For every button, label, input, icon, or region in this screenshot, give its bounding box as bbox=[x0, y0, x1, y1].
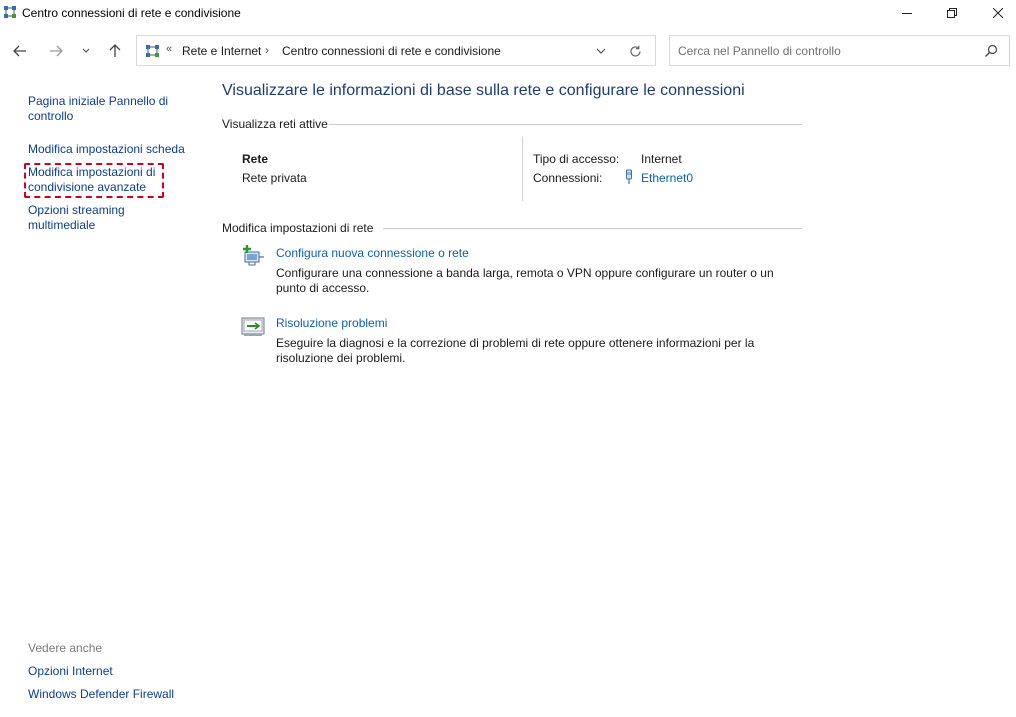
sidebar-link-adapter-settings[interactable]: Modifica impostazioni scheda bbox=[28, 142, 193, 157]
ethernet-icon bbox=[626, 169, 632, 184]
title-bar: Centro connessioni di rete e condivision… bbox=[0, 0, 1016, 26]
window-title: Centro connessioni di rete e condivision… bbox=[22, 6, 241, 20]
setup-connection-link[interactable]: Configura nuova connessione o rete bbox=[276, 246, 469, 260]
vertical-divider bbox=[522, 137, 523, 201]
change-settings-heading: Modifica impostazioni di rete bbox=[222, 221, 374, 235]
section-divider bbox=[383, 228, 802, 229]
connections-label: Connessioni: bbox=[533, 171, 603, 185]
search-input[interactable] bbox=[678, 43, 968, 59]
recent-locations-button[interactable] bbox=[74, 38, 98, 64]
address-bar[interactable]: « Rete e Internet › Centro connessioni d… bbox=[136, 35, 656, 66]
forward-button[interactable] bbox=[44, 38, 68, 64]
breadcrumb-rete-internet[interactable]: Rete e Internet bbox=[182, 44, 261, 58]
breadcrumb-current[interactable]: Centro connessioni di rete e condivision… bbox=[282, 44, 501, 58]
access-type-label: Tipo di accesso: bbox=[533, 152, 620, 166]
restore-icon bbox=[947, 8, 957, 18]
network-center-icon bbox=[4, 6, 16, 18]
search-icon[interactable] bbox=[984, 44, 998, 58]
address-dropdown-button[interactable] bbox=[593, 42, 609, 60]
sidebar-link-firewall[interactable]: Windows Defender Firewall bbox=[28, 687, 193, 702]
sidebar-link-media-streaming[interactable]: Opzioni streaming multimediale bbox=[28, 203, 148, 233]
minimize-icon bbox=[902, 13, 912, 14]
network-profile: Rete privata bbox=[242, 171, 307, 185]
active-networks-heading: Visualizza reti attive bbox=[222, 117, 328, 131]
refresh-icon bbox=[629, 45, 641, 57]
access-type-value: Internet bbox=[641, 152, 682, 166]
page-title: Visualizzare le informazioni di base sul… bbox=[222, 82, 745, 99]
section-divider bbox=[329, 124, 802, 125]
setup-connection-description: Configurare una connessione a banda larg… bbox=[276, 266, 774, 295]
breadcrumb-separator[interactable]: › bbox=[265, 43, 269, 57]
troubleshoot-icon bbox=[241, 317, 265, 336]
arrow-up-icon bbox=[109, 44, 121, 57]
restore-button[interactable] bbox=[929, 0, 975, 26]
new-connection-icon bbox=[243, 245, 264, 266]
network-center-icon bbox=[146, 45, 159, 57]
close-icon bbox=[993, 8, 1003, 18]
close-button[interactable] bbox=[975, 0, 1016, 26]
see-also-heading: Vedere anche bbox=[28, 641, 103, 655]
search-box[interactable] bbox=[669, 35, 1010, 66]
sidebar-link-home[interactable]: Pagina iniziale Pannello di controllo bbox=[28, 94, 193, 124]
network-name: Rete bbox=[242, 152, 269, 166]
sidebar-link-internet-options[interactable]: Opzioni Internet bbox=[28, 664, 193, 679]
chevron-down-icon bbox=[596, 48, 606, 54]
arrow-right-icon bbox=[50, 45, 63, 57]
ethernet-connection-link[interactable]: Ethernet0 bbox=[641, 171, 693, 185]
refresh-button[interactable] bbox=[625, 42, 645, 60]
minimize-button[interactable] bbox=[884, 0, 930, 26]
troubleshoot-link[interactable]: Risoluzione problemi bbox=[276, 316, 387, 330]
troubleshoot-description: Eseguire la diagnosi e la correzione di … bbox=[276, 336, 755, 365]
up-button[interactable] bbox=[103, 38, 127, 64]
back-button[interactable] bbox=[8, 38, 32, 64]
sidebar-link-advanced-sharing[interactable]: Modifica impostazioni di condivisione av… bbox=[28, 165, 164, 195]
arrow-left-icon bbox=[13, 45, 26, 57]
breadcrumb-overflow[interactable]: « bbox=[166, 43, 172, 55]
chevron-down-icon bbox=[82, 48, 90, 53]
